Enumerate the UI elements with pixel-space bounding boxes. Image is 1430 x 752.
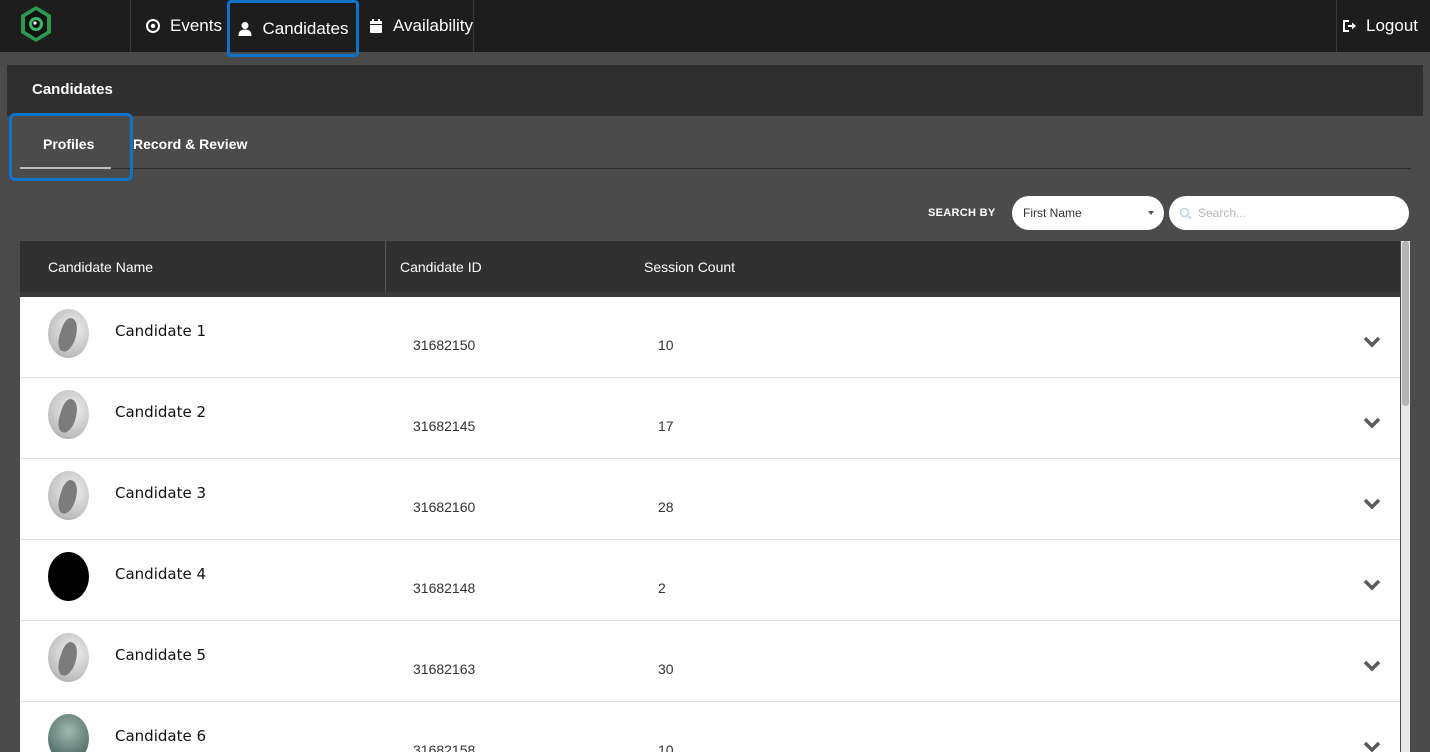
table-row[interactable]: Candidate 6 31682158 10 (20, 702, 1400, 752)
candidate-name: Candidate 4 (115, 565, 206, 583)
logout-icon (1343, 20, 1356, 32)
app-logo-icon[interactable] (19, 5, 53, 43)
panel-header: Candidates (7, 65, 1423, 116)
candidate-name: Candidate 3 (115, 484, 206, 502)
column-header-name[interactable]: Candidate Name (48, 259, 153, 275)
avatar (48, 714, 89, 752)
candidate-id: 31682145 (413, 418, 476, 434)
table-row[interactable]: Candidate 5 31682163 30 (20, 621, 1400, 702)
avatar (48, 552, 89, 601)
table-row[interactable]: Candidate 1 31682150 10 (20, 297, 1400, 378)
table-body: Candidate 1 31682150 10 Candidate 2 3168… (20, 297, 1400, 752)
candidates-table: Candidate Name Candidate ID Session Coun… (20, 241, 1400, 752)
column-divider (385, 241, 386, 292)
column-header-session-count[interactable]: Session Count (644, 259, 735, 275)
page-title: Candidates (32, 81, 113, 98)
search-field-value: First Name (1023, 206, 1082, 220)
tab-highlight-box (9, 113, 133, 181)
chevron-down-icon[interactable] (1363, 659, 1381, 673)
top-nav: Events Candidates Availability Logout (0, 0, 1430, 57)
session-count: 28 (658, 499, 674, 515)
chevron-down-icon[interactable] (1363, 497, 1381, 511)
candidate-id: 31682150 (413, 337, 476, 353)
session-count: 10 (658, 742, 674, 752)
candidate-id: 31682148 (413, 580, 476, 596)
tab-record-review[interactable]: Record & Review (133, 136, 247, 152)
tab-bar: Profiles Record & Review (20, 116, 1411, 169)
nav-events[interactable]: Events (131, 0, 236, 52)
nav-divider (473, 0, 474, 52)
candidate-id: 31682158 (413, 742, 476, 752)
nav-events-label: Events (170, 16, 222, 35)
candidate-name: Candidate 1 (115, 322, 206, 340)
nav-candidates-label: Candidates (262, 18, 349, 38)
nav-candidates[interactable]: Candidates (227, 0, 359, 57)
candidate-id: 31682163 (413, 661, 476, 677)
logout-button[interactable]: Logout (1329, 0, 1430, 52)
chevron-down-icon[interactable] (1363, 416, 1381, 430)
chevron-down-icon[interactable] (1363, 335, 1381, 349)
search-icon (1179, 207, 1192, 220)
table-header: Candidate Name Candidate ID Session Coun… (20, 241, 1400, 292)
target-icon (146, 19, 160, 33)
search-by-label: SEARCH BY (928, 207, 996, 219)
avatar (48, 309, 89, 358)
table-row[interactable]: Candidate 4 31682148 2 (20, 540, 1400, 621)
candidate-name: Candidate 5 (115, 646, 206, 664)
search-input[interactable] (1198, 196, 1398, 230)
table-row[interactable]: Candidate 2 31682145 17 (20, 378, 1400, 459)
session-count: 30 (658, 661, 674, 677)
caret-down-icon (1148, 211, 1154, 215)
session-count: 10 (658, 337, 674, 353)
column-header-id[interactable]: Candidate ID (400, 259, 482, 275)
logout-label: Logout (1366, 16, 1418, 35)
nav-availability-label: Availability (393, 16, 474, 35)
avatar (48, 471, 89, 520)
nav-availability[interactable]: Availability (354, 0, 487, 52)
calendar-icon (370, 19, 382, 33)
search-box[interactable] (1169, 196, 1409, 230)
session-count: 2 (658, 580, 666, 596)
table-row[interactable]: Candidate 3 31682160 28 (20, 459, 1400, 540)
chevron-down-icon[interactable] (1363, 578, 1381, 592)
candidate-id: 31682160 (413, 499, 476, 515)
chevron-down-icon[interactable] (1363, 740, 1381, 752)
avatar (48, 633, 89, 682)
table-scrollbar[interactable] (1401, 241, 1410, 752)
avatar (48, 390, 89, 439)
candidate-name: Candidate 6 (115, 727, 206, 745)
scrollbar-thumb[interactable] (1402, 241, 1409, 406)
session-count: 17 (658, 418, 674, 434)
user-icon (238, 21, 252, 36)
search-field-select[interactable]: First Name (1012, 196, 1164, 230)
candidate-name: Candidate 2 (115, 403, 206, 421)
